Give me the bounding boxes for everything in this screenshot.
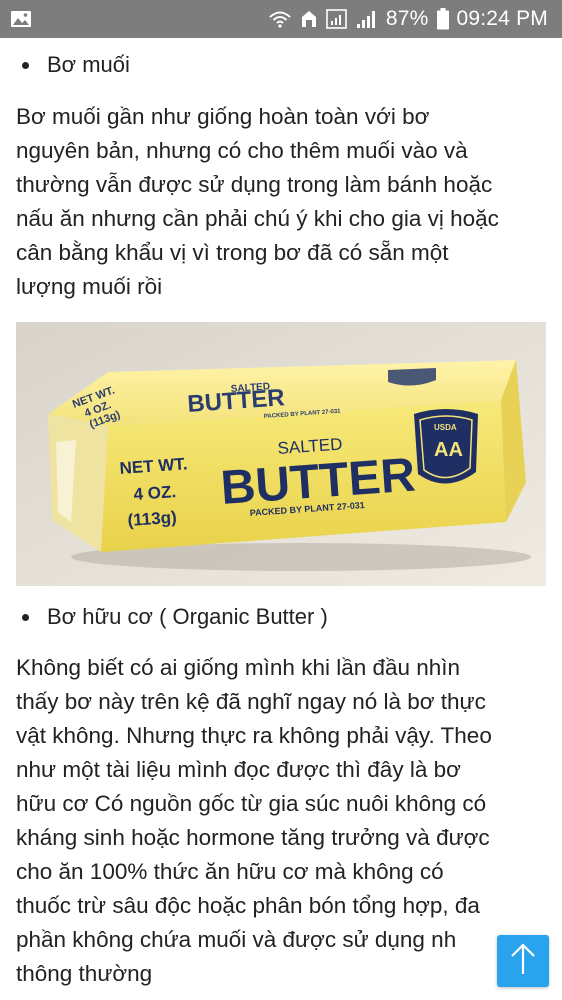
paragraph-salted-butter: Bơ muối gần như giống hoàn toàn với bơ n…: [16, 100, 552, 304]
text-line: kháng sinh hoặc hormone tăng trưởng và đ…: [16, 825, 490, 850]
salted-butter-photo: NET WT. 4 OZ. (113g) SALTED BUTTER PACKE…: [16, 322, 546, 586]
text-line: nấu ăn nhưng cần phải chú ý khi cho gia …: [16, 206, 499, 231]
text-line: lượng muối rồi: [16, 274, 163, 299]
battery-percent: 87%: [385, 7, 429, 30]
front-oz: 4 OZ.: [133, 482, 177, 504]
text-line: nguyên bản, nhưng có cho thêm muối vào v…: [16, 138, 468, 163]
text-line: thông thường: [16, 961, 153, 986]
text-line: thuốc trừ sâu độc hoặc phân bón tổng hợp…: [16, 893, 480, 918]
grade-text: AA: [434, 439, 463, 461]
text-line: thường vẫn được sử dụng trong làm bánh h…: [16, 172, 493, 197]
text-line: Bơ muối gần như giống hoàn toàn với bơ: [16, 104, 430, 129]
signal-strength-icon: [356, 9, 378, 29]
status-bar: 87% 09:24 PM: [0, 0, 562, 38]
scroll-to-top-button[interactable]: [497, 935, 549, 987]
text-line: cho ăn 100% thức ăn hữu cơ mà không có: [16, 859, 444, 884]
bullet-label: Bơ muối: [47, 52, 130, 77]
usda-text: USDA: [434, 423, 457, 432]
clock: 09:24 PM: [456, 7, 548, 30]
usda-shield-icon: USDA AA: [414, 409, 478, 484]
text-line: hữu cơ Có nguồn gốc từ gia súc nuôi khôn…: [16, 791, 487, 816]
text-line: vật không. Nhưng thực ra không phải vậy.…: [16, 723, 492, 748]
text-line: thấy bơ này trên kệ đã nghĩ ngay nó là b…: [16, 689, 486, 714]
arrow-up-icon: [509, 942, 537, 981]
sync-icon: [300, 9, 318, 29]
paragraph-organic-butter: Không biết có ai giống mình khi lần đầu …: [16, 651, 552, 991]
battery-icon: [436, 8, 449, 30]
bullet-dot: [22, 61, 29, 69]
text-line: phần không chứa muối và được sử dụng nh: [16, 927, 457, 952]
bullet-dot: [22, 613, 29, 621]
bullet-organic-butter: Bơ hữu cơ ( Organic Butter ): [22, 604, 328, 630]
image-icon: [10, 9, 32, 34]
bullet-salted-butter: Bơ muối: [22, 52, 130, 78]
text-line: cân bằng khẩu vị vì trong bơ đã có sẵn m…: [16, 240, 449, 265]
signal-icon: [326, 9, 348, 29]
front-grams: (113g): [127, 508, 177, 530]
bullet-label: Bơ hữu cơ ( Organic Butter ): [47, 604, 328, 629]
text-line: như một tài liệu mình đọc được thì đây l…: [16, 757, 461, 782]
text-line: Không biết có ai giống mình khi lần đầu …: [16, 655, 461, 680]
wifi-icon: [268, 9, 292, 29]
